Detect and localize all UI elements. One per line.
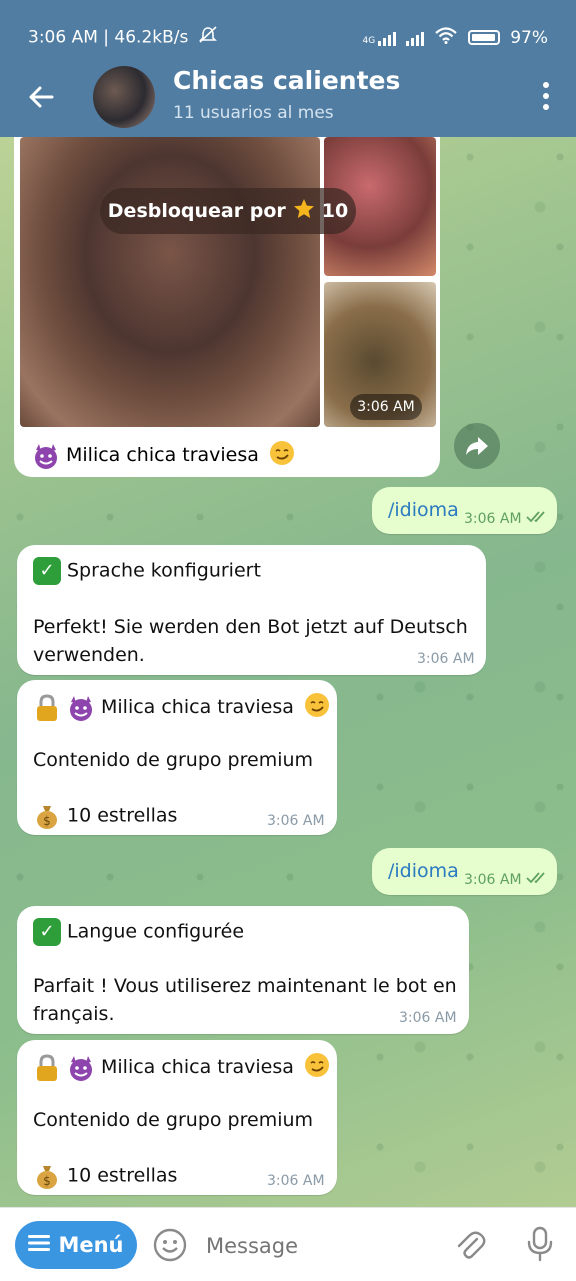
smirk-emoji-icon	[304, 1052, 330, 1083]
outgoing-message[interactable]: /idioma 3:06 AM	[372, 848, 557, 895]
battery-value: 97	[510, 27, 532, 48]
signal-4g-icon: 4G	[363, 30, 397, 46]
chat-subtitle: 11 usuarios al mes	[173, 103, 334, 123]
composer-bar: Menú	[0, 1207, 576, 1281]
message-time: 3:06 AM	[267, 813, 325, 829]
menu-icon	[28, 1233, 51, 1257]
star-icon	[292, 197, 316, 226]
svg-text:$: $	[43, 1174, 51, 1188]
message-title: ✓ Langue configurée	[33, 918, 244, 946]
media-album-message[interactable]: Desbloquear por 10 3:06 AM Milica chica …	[14, 137, 440, 477]
money-bag-icon: $	[33, 1162, 61, 1190]
network-type: 4G	[362, 35, 376, 46]
devil-icon	[67, 1054, 95, 1082]
double-check-icon	[526, 511, 550, 527]
check-mark-icon: ✓	[33, 918, 61, 946]
message-title-text: Langue configurée	[67, 920, 245, 943]
message-title-text: Milica chica traviesa	[101, 1056, 294, 1078]
lock-icon	[33, 1053, 61, 1082]
back-arrow-icon[interactable]	[24, 80, 58, 114]
smirk-emoji-icon	[269, 440, 295, 471]
signal-icon	[406, 30, 425, 46]
double-check-icon	[526, 872, 550, 888]
avatar[interactable]	[93, 66, 155, 128]
message-body: Contenido de grupo premium	[33, 749, 314, 771]
emoji-icon[interactable]	[153, 1228, 187, 1262]
incoming-message[interactable]: ✓ Langue configurée Parfait ! Vous utilis…	[17, 906, 469, 1034]
status-time-speed: 3:06 AM | 46.2kB/s	[28, 27, 189, 48]
message-title-text: Milica chica traviesa	[101, 696, 294, 718]
blurred-photo-main[interactable]	[20, 137, 320, 427]
message-time-text: 3:06 AM	[464, 511, 522, 527]
message-price-text: 10 estrellas	[67, 1164, 178, 1187]
wifi-icon	[434, 26, 458, 49]
smirk-emoji-icon	[304, 692, 330, 723]
message-body: Parfait ! Vous utiliserez maintenant le …	[33, 975, 457, 1025]
message-text: /idioma	[388, 499, 459, 521]
share-icon[interactable]	[454, 423, 500, 469]
unlock-label: Desbloquear por	[107, 200, 286, 222]
message-time: 3:06 AM	[464, 872, 550, 888]
incoming-message[interactable]: Milica chica traviesa Contenido de grupo…	[17, 680, 337, 835]
more-vert-icon[interactable]	[542, 82, 550, 112]
message-time-text: 3:06 AM	[464, 872, 522, 888]
message-time: 3:06 AM	[417, 651, 475, 667]
message-title: Milica chica traviesa	[33, 692, 330, 723]
outgoing-message[interactable]: /idioma 3:06 AM	[372, 487, 557, 534]
message-title: ✓ Sprache konfiguriert	[33, 557, 261, 585]
incoming-message[interactable]: ✓ Sprache konfiguriert Perfekt! Sie werde…	[17, 545, 486, 675]
message-time: 3:06 AM	[267, 1173, 325, 1189]
menu-button-label: Menú	[58, 1233, 124, 1257]
message-price-text: 10 estrellas	[67, 804, 178, 827]
unlock-amount: 10	[321, 200, 349, 222]
attach-icon[interactable]	[453, 1228, 487, 1262]
chat-header: Chicas calientes 11 usuarios al mes	[0, 56, 576, 137]
battery-icon	[468, 30, 501, 45]
incoming-message[interactable]: Milica chica traviesa Contenido de grupo…	[17, 1040, 337, 1195]
media-time: 3:06 AM	[350, 394, 422, 420]
status-left: 3:06 AM | 46.2kB/s	[28, 26, 218, 49]
unlock-button[interactable]: Desbloquear por 10	[100, 188, 356, 234]
message-time: 3:06 AM	[464, 511, 550, 527]
chat-title[interactable]: Chicas calientes	[173, 66, 400, 95]
message-text: /idioma	[388, 860, 459, 882]
check-mark-icon: ✓	[33, 557, 61, 585]
media-caption: Milica chica traviesa	[32, 440, 295, 471]
mic-icon[interactable]	[525, 1226, 555, 1262]
mute-icon	[198, 26, 218, 49]
message-title-text: Sprache konfiguriert	[67, 559, 261, 582]
message-time: 3:06 AM	[399, 1010, 457, 1026]
menu-button[interactable]: Menú	[15, 1221, 137, 1269]
message-title: Milica chica traviesa	[33, 1052, 330, 1083]
battery-percent: 97%	[510, 27, 548, 48]
message-price: $10 estrellas	[33, 1162, 177, 1190]
message-input[interactable]	[204, 1230, 438, 1262]
media-caption-text: Milica chica traviesa	[66, 444, 259, 466]
message-body: Perfekt! Sie werden den Bot jetzt auf De…	[33, 616, 468, 666]
lock-icon	[33, 693, 61, 722]
status-right: 4G 97%	[363, 26, 548, 49]
svg-text:$: $	[43, 814, 51, 828]
devil-icon	[67, 694, 95, 722]
devil-icon	[32, 442, 60, 470]
message-body: Contenido de grupo premium	[33, 1109, 314, 1131]
message-price: $10 estrellas	[33, 802, 177, 830]
money-bag-icon: $	[33, 802, 61, 830]
